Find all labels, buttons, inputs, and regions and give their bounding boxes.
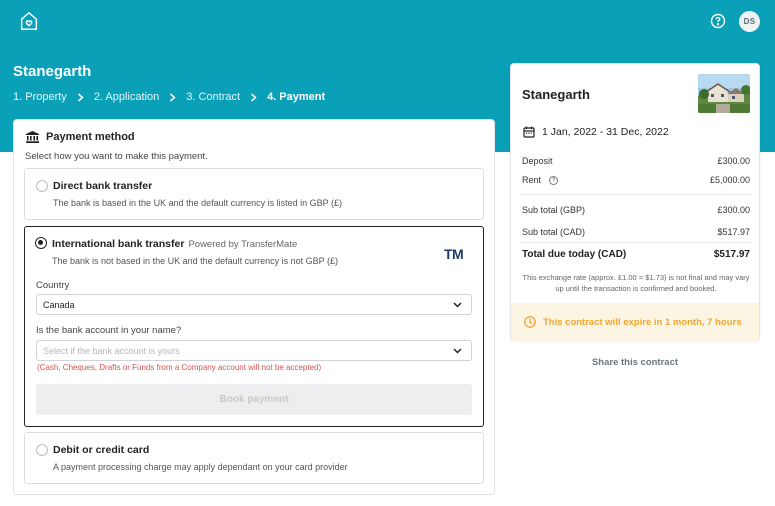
row-value: £300.00 [717, 205, 750, 215]
summary-row-subtotal-cad: Sub total (CAD) $517.97 [522, 227, 750, 237]
booking-summary-card: Stanegarth 1 Jan, 2022 - 31 Dec, 2022 De… [510, 63, 760, 341]
chevron-right-icon [251, 92, 257, 102]
contract-dates-text: 1 Jan, 2022 - 31 Dec, 2022 [542, 126, 669, 138]
rent-label-text: Rent [522, 175, 542, 185]
row-value: £5,000.00 [709, 175, 750, 185]
payment-method-subtitle: Select how you want to make this payment… [25, 151, 208, 162]
radio-direct-bank-transfer[interactable] [36, 180, 48, 192]
radio-debit-credit-card[interactable] [36, 444, 48, 456]
bank-icon [26, 131, 39, 143]
help-circle-icon[interactable] [710, 13, 726, 29]
option-debit-credit-card[interactable]: Debit or credit card A payment processin… [24, 432, 484, 484]
expiry-text: This contract will expire in 1 month, 7 … [543, 316, 742, 328]
payment-method-heading: Payment method [26, 131, 135, 143]
option-international-bank-transfer[interactable]: International bank transfer Powered by Tr… [24, 226, 484, 427]
account-ownership-placeholder: Select if the bank account is yours [43, 345, 180, 356]
powered-by-label: Powered by TransferMate [188, 239, 298, 250]
country-label: Country [36, 280, 70, 291]
expiry-banner: This contract will expire in 1 month, 7 … [511, 303, 759, 341]
summary-row-total: Total due today (CAD) $517.97 [522, 249, 750, 260]
summary-row-subtotal-gbp: Sub total (GBP) £300.00 [522, 205, 750, 215]
radio-international-bank-transfer[interactable] [35, 237, 47, 249]
option-description: The bank is not based in the UK and the … [52, 256, 338, 266]
clock-icon [524, 316, 536, 328]
row-value: $517.97 [717, 227, 750, 237]
row-label: Deposit [522, 156, 553, 166]
calendar-icon [523, 126, 535, 138]
home-heart-icon[interactable] [18, 10, 40, 32]
row-label: Rent? [522, 175, 559, 185]
share-contract-link[interactable]: Share this contract [510, 357, 760, 368]
option-title: International bank transfer Powered by Tr… [52, 238, 297, 250]
avatar[interactable]: DS [739, 11, 760, 32]
country-select[interactable]: Canada [36, 294, 472, 315]
property-thumbnail [698, 74, 750, 113]
option-description: The bank is based in the UK and the defa… [53, 198, 342, 208]
breadcrumb: 1. Property 2. Application 3. Contract 4… [13, 91, 325, 103]
account-ownership-label: Is the bank account in your name? [36, 325, 182, 336]
option-title: Debit or credit card [53, 444, 150, 456]
breadcrumb-property[interactable]: 1. Property [13, 91, 67, 103]
summary-row-deposit: Deposit £300.00 [522, 156, 750, 166]
divider [522, 242, 750, 243]
option-direct-bank-transfer[interactable]: Direct bank transfer The bank is based i… [24, 168, 484, 220]
option-title-text: International bank transfer [52, 238, 185, 250]
total-label: Total due today (CAD) [522, 249, 627, 260]
total-value: $517.97 [713, 249, 750, 260]
divider [522, 194, 750, 195]
chevron-right-icon [77, 92, 84, 102]
summary-row-rent: Rent? £5,000.00 [522, 175, 750, 185]
chevron-down-icon [453, 348, 462, 354]
summary-title: Stanegarth [522, 87, 590, 102]
breadcrumb-contract[interactable]: 3. Contract [186, 91, 240, 103]
page-title: Stanegarth [13, 63, 92, 80]
book-payment-button[interactable]: Book payment [36, 384, 472, 415]
payment-method-title: Payment method [46, 131, 135, 143]
row-value: £300.00 [717, 156, 750, 166]
chevron-down-icon [453, 302, 462, 308]
contract-dates: 1 Jan, 2022 - 31 Dec, 2022 [523, 126, 669, 138]
country-value: Canada [43, 299, 75, 310]
row-label: Sub total (CAD) [522, 227, 586, 237]
exchange-rate-note: This exchange rate (approx. £1.00 = $1.7… [522, 273, 750, 293]
transfermate-logo: TM [444, 246, 464, 262]
property-photo [698, 74, 750, 113]
chevron-right-icon [170, 92, 176, 102]
option-title: Direct bank transfer [53, 180, 153, 192]
info-icon[interactable]: ? [549, 175, 559, 185]
breadcrumb-application[interactable]: 2. Application [94, 91, 159, 103]
payment-warning-text: (Cash, Cheques, Drafts or Funds from a C… [37, 363, 322, 372]
option-description: A payment processing charge may apply de… [53, 462, 348, 472]
account-ownership-select[interactable]: Select if the bank account is yours [36, 340, 472, 361]
breadcrumb-payment: 4. Payment [267, 91, 326, 103]
payment-method-card: Payment method Select how you want to ma… [13, 119, 495, 495]
row-label: Sub total (GBP) [522, 205, 586, 215]
